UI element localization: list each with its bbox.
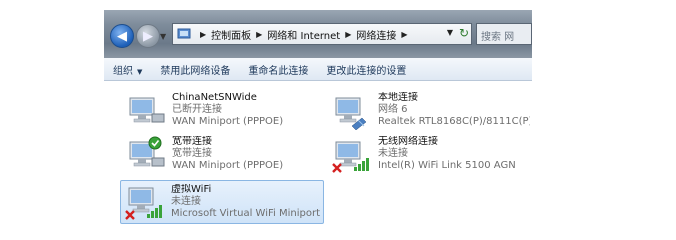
- connection-name: 虚拟WiFi: [171, 184, 212, 195]
- chevron-down-icon: ▼: [137, 67, 143, 76]
- connection-item[interactable]: 本地连接 网络 6 Realtek RTL8168C(P)/8111C(P)..…: [328, 89, 532, 133]
- search-input[interactable]: 搜索 网: [476, 23, 532, 45]
- connection-status: 已断开连接: [172, 104, 222, 115]
- connection-status: 网络 6: [378, 104, 408, 115]
- connections-list: 系统之家 ChinaNetSNWide 已断开连接 WAN Miniport (…: [104, 81, 532, 240]
- breadcrumb-separator-icon[interactable]: ▶: [401, 30, 407, 39]
- forward-arrow-icon: ▶: [143, 28, 153, 44]
- connection-name: 宽带连接: [172, 136, 212, 147]
- breadcrumb-network-connections[interactable]: 网络连接: [356, 27, 396, 42]
- connection-device: Realtek RTL8168C(P)/8111C(P)...: [378, 116, 530, 127]
- connection-item-selected[interactable]: 虚拟WiFi 未连接 Microsoft Virtual WiFi Minipo…: [120, 180, 324, 224]
- address-bar[interactable]: ▶ 控制面板 ▶ 网络和 Internet ▶ 网络连接 ▶ ▼ ↻: [172, 23, 472, 45]
- wireless-disconnected-icon: [330, 136, 374, 174]
- back-arrow-icon: ◀: [117, 28, 127, 44]
- wireless-disconnected-icon: [123, 184, 167, 222]
- history-dropdown-icon[interactable]: ▼: [160, 32, 170, 42]
- command-bar: 组织 ▼ 禁用此网络设备 重命名此连接 更改此连接的设置: [104, 58, 532, 81]
- connection-device: Intel(R) WiFi Link 5100 AGN: [378, 160, 516, 171]
- explorer-window: ◀ ▶ ▼ ▶ 控制面板 ▶ 网络和 Internet ▶ 网络连接 ▶ ▼ ↻…: [104, 10, 532, 240]
- connection-device: WAN Miniport (PPPOE): [172, 160, 284, 171]
- connection-status: 未连接: [378, 148, 408, 159]
- disable-device-button[interactable]: 禁用此网络设备: [151, 62, 239, 77]
- connection-name: 无线网络连接: [378, 136, 438, 147]
- address-dropdown-icon[interactable]: ▼: [447, 28, 453, 37]
- broadband-icon: [124, 92, 168, 130]
- breadcrumb-control-panel[interactable]: 控制面板: [211, 27, 251, 42]
- breadcrumb-separator-icon: ▶: [200, 29, 207, 39]
- refresh-icon[interactable]: ↻: [459, 26, 469, 40]
- change-settings-button[interactable]: 更改此连接的设置: [317, 62, 415, 77]
- forward-button[interactable]: ▶: [136, 24, 160, 48]
- control-panel-icon: [177, 28, 191, 39]
- rename-connection-button[interactable]: 重命名此连接: [239, 62, 317, 77]
- breadcrumb-separator-icon[interactable]: ▶: [256, 30, 262, 39]
- back-button[interactable]: ◀: [110, 24, 134, 48]
- connection-name: ChinaNetSNWide: [172, 92, 257, 103]
- connection-status: 未连接: [171, 196, 201, 207]
- connection-name: 本地连接: [378, 92, 418, 103]
- connection-status: 宽带连接: [172, 148, 212, 159]
- breadcrumb-network-internet[interactable]: 网络和 Internet: [267, 27, 340, 42]
- organize-label: 组织: [113, 65, 133, 77]
- organize-button[interactable]: 组织 ▼: [104, 62, 151, 77]
- connection-item[interactable]: 宽带连接 宽带连接 WAN Miniport (PPPOE): [122, 133, 326, 177]
- breadcrumb-separator-icon[interactable]: ▶: [345, 30, 351, 39]
- connection-item[interactable]: ChinaNetSNWide 已断开连接 WAN Miniport (PPPOE…: [122, 89, 326, 133]
- connection-device: WAN Miniport (PPPOE): [172, 116, 284, 127]
- title-bar: ◀ ▶ ▼ ▶ 控制面板 ▶ 网络和 Internet ▶ 网络连接 ▶ ▼ ↻…: [104, 10, 532, 58]
- connection-device: Microsoft Virtual WiFi Miniport ...: [171, 208, 321, 219]
- ethernet-icon: [330, 92, 374, 130]
- connection-item[interactable]: 无线网络连接 未连接 Intel(R) WiFi Link 5100 AGN: [328, 133, 532, 177]
- broadband-connected-icon: [124, 136, 168, 174]
